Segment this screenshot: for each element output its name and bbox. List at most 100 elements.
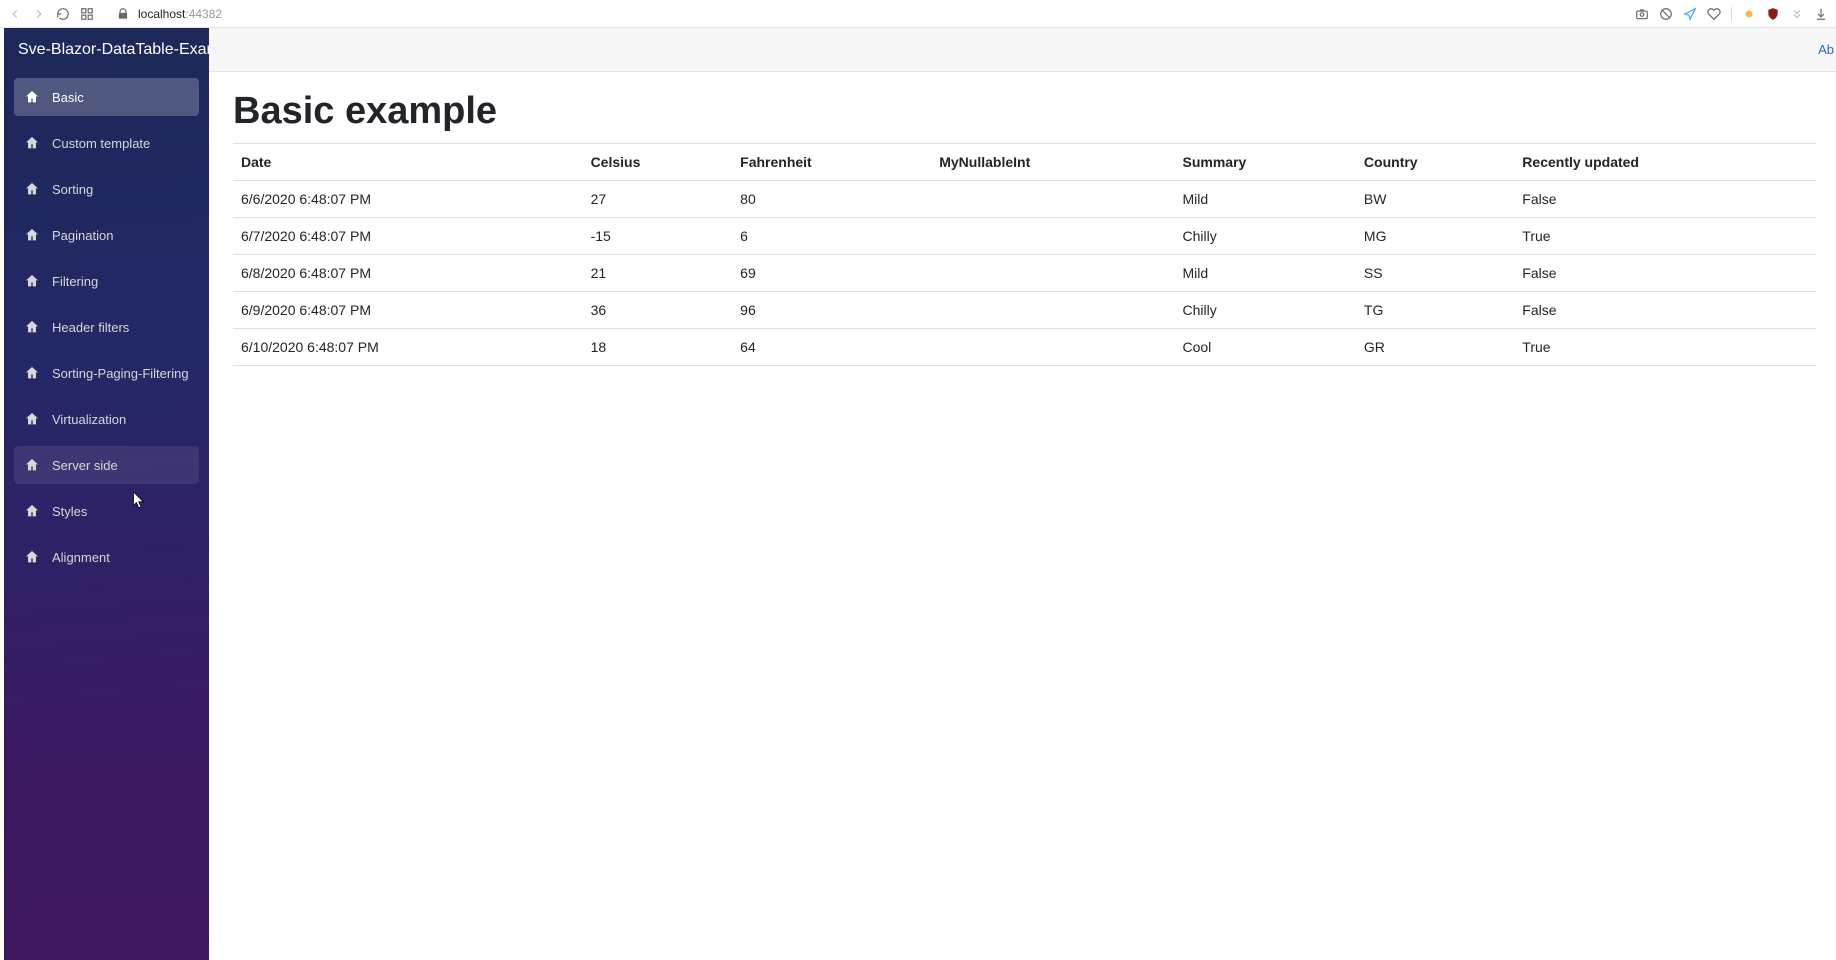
sidebar-item-label: Pagination [52,228,113,243]
sidebar-item-label: Basic [52,90,84,105]
column-header[interactable]: Recently updated [1514,144,1816,181]
column-header[interactable]: MyNullableInt [931,144,1174,181]
data-table: DateCelsiusFahrenheitMyNullableIntSummar… [233,143,1816,366]
table-body: 6/6/2020 6:48:07 PM2780MildBWFalse6/7/20… [233,181,1816,366]
sidebar-item-basic[interactable]: Basic [14,78,199,116]
cell-updated: False [1514,292,1816,329]
shield-icon[interactable] [1766,7,1780,21]
sidebar-item-label: Styles [52,504,87,519]
cell-nullable [931,181,1174,218]
cell-summary: Chilly [1175,218,1356,255]
home-icon [24,135,40,151]
home-icon [24,319,40,335]
cell-summary: Cool [1175,329,1356,366]
reload-icon[interactable] [56,7,70,21]
cell-fahrenheit: 6 [732,218,931,255]
cell-updated: True [1514,218,1816,255]
table-row: 6/9/2020 6:48:07 PM3696 ChillyTGFalse [233,292,1816,329]
sidebar-nav: Basic Custom template Sorting Pagination Fil… [4,72,209,582]
send-icon[interactable] [1683,7,1697,21]
sidebar-item-label: Alignment [52,550,110,565]
cell-date: 6/8/2020 6:48:07 PM [233,255,583,292]
column-header[interactable]: Fahrenheit [732,144,931,181]
app-root: Sve-Blazor-DataTable-Exampl Basic Custom … [4,28,1836,960]
block-icon[interactable] [1659,7,1673,21]
column-header[interactable]: Celsius [583,144,733,181]
cell-nullable [931,218,1174,255]
cell-updated: False [1514,181,1816,218]
expand-icon[interactable] [1790,7,1804,21]
sidebar-item-styles[interactable]: Styles [14,492,199,530]
cell-updated: False [1514,255,1816,292]
home-icon [24,89,40,105]
sidebar: Sve-Blazor-DataTable-Exampl Basic Custom … [4,28,209,960]
heart-icon[interactable] [1707,7,1721,21]
sidebar-item-header-filters[interactable]: Header filters [14,308,199,346]
cell-fahrenheit: 64 [732,329,931,366]
browser-toolbar: localhost:44382 [0,0,1836,28]
cell-date: 6/10/2020 6:48:07 PM [233,329,583,366]
cell-nullable [931,255,1174,292]
url-host: localhost [138,7,185,21]
sidebar-item-label: Header filters [52,320,129,335]
forward-icon[interactable] [32,7,46,21]
column-header[interactable]: Summary [1175,144,1356,181]
sidebar-item-pagination[interactable]: Pagination [14,216,199,254]
camera-icon[interactable] [1635,7,1649,21]
cell-updated: True [1514,329,1816,366]
cell-country: GR [1356,329,1514,366]
sidebar-item-filtering[interactable]: Filtering [14,262,199,300]
download-icon[interactable] [1814,7,1828,21]
home-icon [24,365,40,381]
home-icon [24,227,40,243]
cell-summary: Mild [1175,255,1356,292]
sidebar-item-label: Custom template [52,136,150,151]
home-icon [24,411,40,427]
back-icon[interactable] [8,7,22,21]
sidebar-item-server-side[interactable]: Server side [14,446,199,484]
cell-fahrenheit: 69 [732,255,931,292]
page-title: Basic example [233,90,1816,133]
cell-date: 6/7/2020 6:48:07 PM [233,218,583,255]
sidebar-item-custom-template[interactable]: Custom template [14,124,199,162]
table-row: 6/10/2020 6:48:07 PM1864 CoolGRTrue [233,329,1816,366]
topbar: Ab [209,28,1836,72]
about-link[interactable]: Ab [1818,42,1834,57]
apps-icon[interactable] [80,7,94,21]
sidebar-item-alignment[interactable]: Alignment [14,538,199,576]
circle-icon[interactable] [1742,7,1756,21]
cell-celsius: 36 [583,292,733,329]
cell-date: 6/9/2020 6:48:07 PM [233,292,583,329]
home-icon [24,549,40,565]
sidebar-item-label: Sorting [52,182,93,197]
sidebar-item-label: Virtualization [52,412,126,427]
cell-celsius: 21 [583,255,733,292]
cell-summary: Chilly [1175,292,1356,329]
column-header[interactable]: Country [1356,144,1514,181]
table-header-row: DateCelsiusFahrenheitMyNullableIntSummar… [233,144,1816,181]
cell-nullable [931,292,1174,329]
cell-summary: Mild [1175,181,1356,218]
sidebar-item-label: Sorting-Paging-Filtering [52,366,189,381]
cell-celsius: 27 [583,181,733,218]
cell-celsius: -15 [583,218,733,255]
home-icon [24,181,40,197]
home-icon [24,273,40,289]
sidebar-title: Sve-Blazor-DataTable-Exampl [4,28,209,72]
cell-nullable [931,329,1174,366]
cell-fahrenheit: 96 [732,292,931,329]
cell-country: MG [1356,218,1514,255]
sidebar-item-virtualization[interactable]: Virtualization [14,400,199,438]
sidebar-item-label: Filtering [52,274,98,289]
sidebar-item-sorting[interactable]: Sorting [14,170,199,208]
column-header[interactable]: Date [233,144,583,181]
sidebar-item-sorting-paging-filtering[interactable]: Sorting-Paging-Filtering [14,354,199,392]
main: Ab Basic example DateCelsiusFahrenheitMy… [209,28,1836,960]
cell-celsius: 18 [583,329,733,366]
cell-country: BW [1356,181,1514,218]
address-bar[interactable]: localhost:44382 [116,7,222,21]
table-row: 6/6/2020 6:48:07 PM2780 MildBWFalse [233,181,1816,218]
cell-fahrenheit: 80 [732,181,931,218]
cell-country: TG [1356,292,1514,329]
cell-date: 6/6/2020 6:48:07 PM [233,181,583,218]
